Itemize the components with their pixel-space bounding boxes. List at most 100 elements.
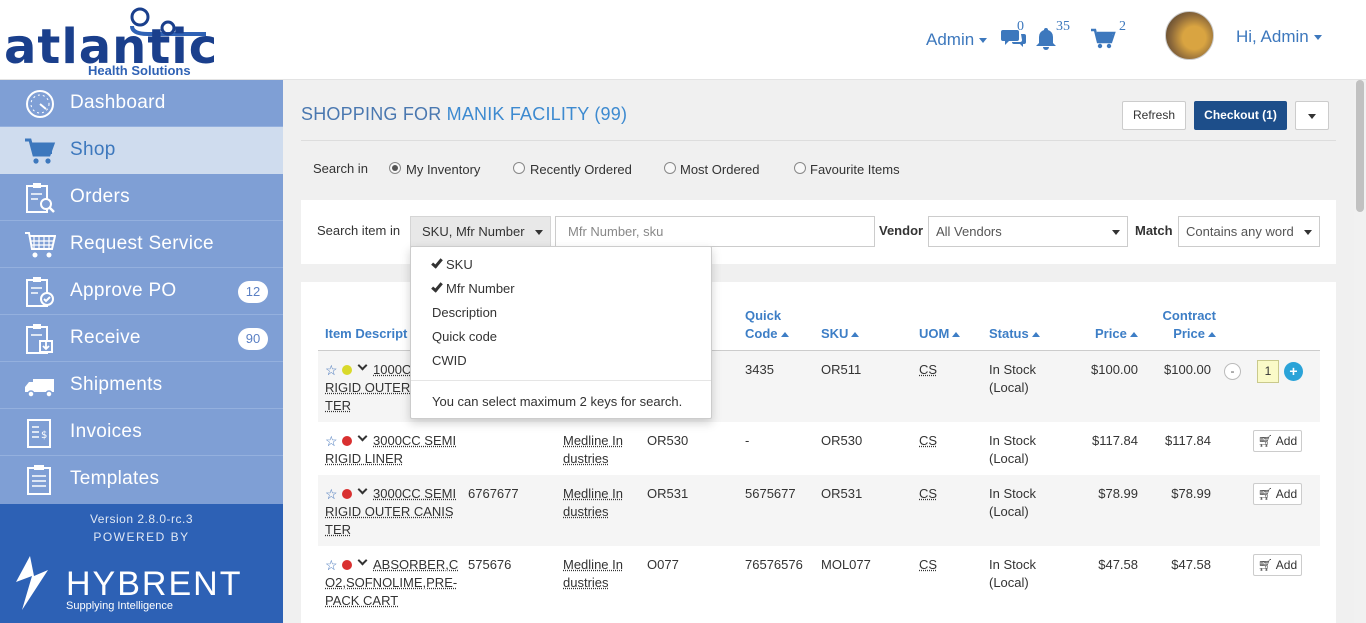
vendor[interactable]: dustries (563, 450, 609, 468)
qty-input[interactable]: 1 (1257, 360, 1279, 383)
vendor[interactable]: dustries (563, 503, 609, 521)
menu-item-cwid[interactable]: CWID (432, 353, 467, 368)
add-label: Add (1275, 558, 1298, 572)
status: In Stock (989, 433, 1036, 448)
sidebar-item-shipments[interactable]: Shipments (0, 362, 283, 409)
refresh-button[interactable]: Refresh (1122, 101, 1186, 130)
header-price[interactable]: Price (1095, 325, 1138, 343)
menu-item-label: SKU (446, 257, 473, 272)
item-description[interactable]: RIGID LINER (325, 450, 403, 468)
item-description[interactable]: 3000CC SEMI (373, 432, 456, 450)
sidebar-item-label: Shipments (70, 374, 163, 395)
match-select[interactable]: Contains any word (1178, 216, 1320, 247)
expand-chevron-icon[interactable] (357, 555, 368, 566)
checkmark-icon (431, 280, 443, 293)
favorite-star-icon[interactable]: ☆ (325, 487, 338, 501)
radio-my-inventory[interactable] (389, 162, 401, 174)
mfr-number: O077 (647, 557, 679, 572)
expand-chevron-icon[interactable] (357, 484, 368, 495)
favorite-star-icon[interactable]: ☆ (325, 558, 338, 572)
header-contract-price[interactable]: Contract Price (1154, 307, 1216, 343)
cart-icon: 🛒︎ (1257, 558, 1274, 572)
mfr-number: OR531 (647, 486, 689, 501)
search-keys-dropdown[interactable]: SKU, Mfr Number (410, 216, 551, 247)
vendor[interactable]: Medline In (563, 485, 623, 503)
vendor[interactable]: dustries (563, 574, 609, 592)
item-description[interactable]: 3000CC SEMI (373, 485, 456, 503)
sidebar-item-receive[interactable]: Receive 90 (0, 315, 283, 362)
add-to-cart-button[interactable]: 🛒︎ Add (1253, 554, 1302, 576)
status: In Stock (989, 557, 1036, 572)
item-description[interactable]: ABSORBER,C (373, 556, 458, 574)
status-location: (Local) (989, 451, 1029, 466)
chevron-down-icon (535, 230, 543, 235)
cart-icon[interactable] (1090, 28, 1116, 50)
vendor[interactable]: Medline In (563, 432, 623, 450)
add-to-cart-button[interactable]: 🛒︎ Add (1253, 430, 1302, 452)
user-menu[interactable]: Hi, Admin (1236, 27, 1322, 47)
atlantic-logo[interactable]: atlantic Health Solutions (0, 0, 283, 80)
radio-recently-ordered[interactable] (513, 162, 525, 174)
price: $100.00 (1091, 362, 1138, 377)
item-description[interactable]: RIGID OUTER C (325, 379, 423, 397)
quick-code: 3435 (745, 362, 774, 377)
admin-menu[interactable]: Admin (926, 30, 988, 50)
bell-icon[interactable] (1034, 26, 1058, 51)
qty-decrement-button[interactable]: - (1224, 363, 1241, 380)
header-quick-code-line1: Quick (745, 308, 782, 323)
item-description[interactable]: O2,SOFNOLIME,PRE- (325, 574, 457, 592)
vendor[interactable]: Medline In (563, 556, 623, 574)
dashboard-gauge-icon (26, 90, 54, 118)
sku: OR530 (821, 433, 863, 448)
sidebar-item-dashboard[interactable]: Dashboard (0, 80, 283, 127)
hybrent-brand: HYBRENT (66, 565, 243, 603)
sidebar-item-templates[interactable]: Templates (0, 456, 283, 503)
search-keys-value: SKU, Mfr Number (422, 224, 525, 239)
menu-item-quick-code[interactable]: Quick code (432, 329, 497, 344)
sidebar-item-approve-po[interactable]: Approve PO 12 (0, 268, 283, 315)
radio-favourite-items[interactable] (794, 162, 806, 174)
sidebar-item-shop[interactable]: Shop (0, 127, 283, 174)
item-description[interactable]: RIGID OUTER CANIS (325, 503, 454, 521)
sidebar-item-label: Dashboard (70, 92, 166, 113)
messages-count: 0 (1017, 19, 1024, 34)
header-sku[interactable]: SKU (821, 325, 860, 343)
page-scrollbar[interactable] (1354, 80, 1366, 623)
item-description[interactable]: TER (325, 397, 351, 415)
search-input[interactable]: Mfr Number, sku (555, 216, 875, 247)
chevron-down-icon (1313, 35, 1322, 41)
sidebar-item-invoices[interactable]: $ Invoices (0, 409, 283, 456)
status-location: (Local) (989, 575, 1029, 590)
vendor-label: Vendor (879, 223, 924, 238)
version-text: Version 2.8.0-rc.3 (89, 512, 194, 526)
add-to-cart-button[interactable]: 🛒︎ Add (1253, 483, 1302, 505)
menu-item-description[interactable]: Description (432, 305, 497, 320)
expand-chevron-icon[interactable] (357, 431, 368, 442)
scrollbar-thumb[interactable] (1356, 80, 1364, 212)
qty-increment-button[interactable]: + (1284, 362, 1303, 381)
header-item-description[interactable]: Item Descript (325, 325, 407, 343)
checkout-button[interactable]: Checkout (1) (1194, 101, 1287, 130)
favorite-star-icon[interactable]: ☆ (325, 434, 338, 448)
favorite-star-icon[interactable]: ☆ (325, 363, 338, 377)
radio-most-ordered[interactable] (664, 162, 676, 174)
facility-name[interactable]: MANIK FACILITY (99) (447, 104, 628, 124)
menu-item-sku[interactable]: SKU (431, 256, 473, 272)
radio-label: Recently Ordered (530, 162, 632, 177)
header-contract-line2: Price (1173, 326, 1205, 341)
vendor-select[interactable]: All Vendors (928, 216, 1128, 247)
status-dot-icon (342, 489, 352, 499)
header-uom[interactable]: UOM (919, 325, 961, 343)
expand-chevron-icon[interactable] (357, 360, 368, 371)
sidebar-item-label: Templates (70, 468, 160, 489)
header-quick-code[interactable]: Quick Code (745, 307, 789, 343)
header-status[interactable]: Status (989, 325, 1040, 343)
item-description[interactable]: PACK CART (325, 592, 398, 610)
checkout-options-button[interactable] (1295, 101, 1329, 130)
sidebar-item-orders[interactable]: Orders (0, 174, 283, 221)
status: In Stock (989, 362, 1036, 377)
sidebar-item-request-service[interactable]: Request Service (0, 221, 283, 268)
item-description[interactable]: TER (325, 521, 351, 539)
menu-item-mfr-number[interactable]: Mfr Number (431, 280, 515, 296)
avatar[interactable] (1165, 11, 1214, 60)
